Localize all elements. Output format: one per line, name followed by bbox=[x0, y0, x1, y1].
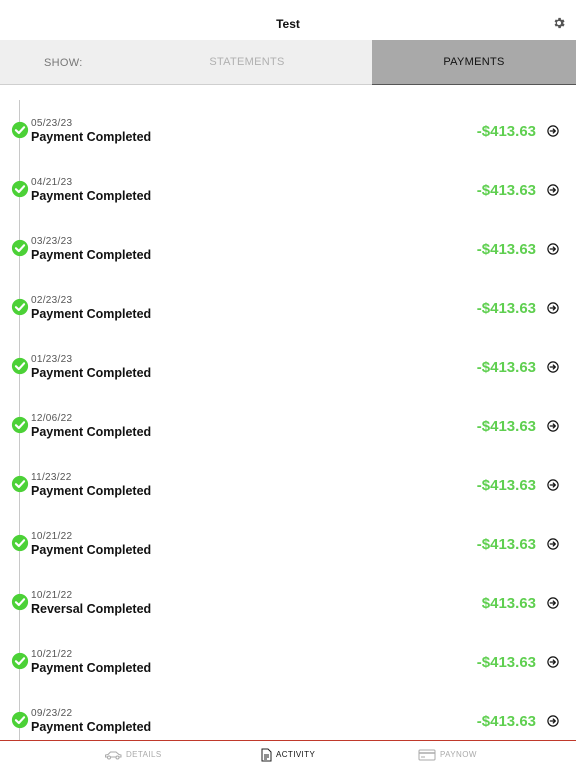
payment-status: Payment Completed bbox=[31, 248, 152, 262]
view-tabs: SHOW: STATEMENTS PAYMENTS bbox=[0, 40, 576, 85]
payment-status: Payment Completed bbox=[31, 720, 152, 734]
payment-date: 05/23/23 bbox=[31, 118, 73, 129]
payment-date: 04/21/23 bbox=[31, 177, 73, 188]
check-circle-icon bbox=[11, 357, 29, 375]
payment-status: Payment Completed bbox=[31, 130, 152, 144]
payment-date: 10/21/22 bbox=[31, 649, 73, 660]
arrow-circle-right-icon[interactable] bbox=[547, 243, 559, 255]
check-circle-icon bbox=[11, 475, 29, 493]
payment-status: Payment Completed bbox=[31, 307, 152, 321]
nav-details-label: DETAILS bbox=[126, 750, 162, 759]
card-icon bbox=[418, 749, 436, 760]
check-circle-icon bbox=[11, 239, 29, 257]
check-circle-icon bbox=[11, 298, 29, 316]
payment-amount: -$413.63 bbox=[476, 123, 536, 140]
payment-row[interactable]: 02/23/23 Payment Completed -$413.63 bbox=[0, 262, 576, 321]
payment-row[interactable]: 03/23/23 Payment Completed -$413.63 bbox=[0, 203, 576, 262]
check-circle-icon bbox=[11, 416, 29, 434]
arrow-circle-right-icon[interactable] bbox=[547, 125, 559, 137]
document-icon bbox=[261, 748, 272, 761]
payment-amount: -$413.63 bbox=[476, 359, 536, 376]
payment-row[interactable]: 05/23/23 Payment Completed -$413.63 bbox=[0, 85, 576, 144]
payment-row[interactable]: 04/21/23 Payment Completed -$413.63 bbox=[0, 144, 576, 203]
payment-amount: -$413.63 bbox=[476, 182, 536, 199]
payment-amount: -$413.63 bbox=[476, 418, 536, 435]
arrow-circle-right-icon[interactable] bbox=[547, 538, 559, 550]
payment-date: 02/23/23 bbox=[31, 295, 73, 306]
nav-details[interactable]: DETAILS bbox=[104, 741, 162, 768]
check-circle-icon bbox=[11, 711, 29, 729]
nav-paynow-label: PAYNOW bbox=[440, 750, 477, 759]
payment-status: Payment Completed bbox=[31, 189, 152, 203]
arrow-circle-right-icon[interactable] bbox=[547, 656, 559, 668]
page-title: Test bbox=[276, 17, 300, 31]
show-label: SHOW: bbox=[44, 57, 83, 69]
nav-activity-label: ACTIVITY bbox=[276, 750, 316, 759]
payment-date: 03/23/23 bbox=[31, 236, 73, 247]
arrow-circle-right-icon[interactable] bbox=[547, 715, 559, 727]
payment-date: 01/23/23 bbox=[31, 354, 73, 365]
payment-status: Payment Completed bbox=[31, 543, 152, 557]
arrow-circle-right-icon[interactable] bbox=[547, 597, 559, 609]
payment-row[interactable]: 10/21/22 Reversal Completed $413.63 bbox=[0, 557, 576, 616]
payment-status: Payment Completed bbox=[31, 425, 152, 439]
arrow-circle-right-icon[interactable] bbox=[547, 479, 559, 491]
check-circle-icon bbox=[11, 180, 29, 198]
nav-paynow[interactable]: PAYNOW bbox=[418, 741, 477, 768]
tab-statements[interactable]: STATEMENTS bbox=[122, 40, 372, 84]
app-header: Test bbox=[0, 0, 576, 40]
payment-row[interactable]: 10/21/22 Payment Completed -$413.63 bbox=[0, 498, 576, 557]
check-circle-icon bbox=[11, 652, 29, 670]
payment-amount: -$413.63 bbox=[476, 241, 536, 258]
payment-row[interactable]: 09/23/22 Payment Completed -$413.63 bbox=[0, 675, 576, 734]
payment-status: Reversal Completed bbox=[31, 602, 152, 616]
payment-amount: $413.63 bbox=[481, 595, 536, 612]
arrow-circle-right-icon[interactable] bbox=[547, 302, 559, 314]
payment-row[interactable]: 11/23/22 Payment Completed -$413.63 bbox=[0, 439, 576, 498]
tab-payments[interactable]: PAYMENTS bbox=[372, 40, 576, 85]
arrow-circle-right-icon[interactable] bbox=[547, 361, 559, 373]
check-circle-icon bbox=[11, 534, 29, 552]
check-circle-icon bbox=[11, 593, 29, 611]
payment-amount: -$413.63 bbox=[476, 300, 536, 317]
check-circle-icon bbox=[11, 121, 29, 139]
payment-amount: -$413.63 bbox=[476, 536, 536, 553]
arrow-circle-right-icon[interactable] bbox=[547, 184, 559, 196]
payment-row[interactable]: 10/21/22 Payment Completed -$413.63 bbox=[0, 616, 576, 675]
payment-amount: -$413.63 bbox=[476, 713, 536, 730]
car-icon bbox=[105, 751, 122, 759]
payment-status: Payment Completed bbox=[31, 661, 152, 675]
payment-status: Payment Completed bbox=[31, 484, 152, 498]
payment-date: 11/23/22 bbox=[31, 472, 72, 483]
payment-date: 10/21/22 bbox=[31, 590, 73, 601]
bottom-nav: DETAILS ACTIVITY PAYNOW bbox=[0, 740, 576, 768]
payment-status: Payment Completed bbox=[31, 366, 152, 380]
payment-amount: -$413.63 bbox=[476, 654, 536, 671]
nav-activity[interactable]: ACTIVITY bbox=[261, 741, 315, 768]
payment-row[interactable]: 12/06/22 Payment Completed -$413.63 bbox=[0, 380, 576, 439]
gear-icon[interactable] bbox=[552, 16, 566, 30]
payment-date: 12/06/22 bbox=[31, 413, 73, 424]
arrow-circle-right-icon[interactable] bbox=[547, 420, 559, 432]
payment-list: 05/23/23 Payment Completed -$413.63 04/21/2… bbox=[0, 85, 576, 740]
payment-date: 10/21/22 bbox=[31, 531, 73, 542]
payment-date: 09/23/22 bbox=[31, 708, 73, 719]
payment-row[interactable]: 01/23/23 Payment Completed -$413.63 bbox=[0, 321, 576, 380]
payment-amount: -$413.63 bbox=[476, 477, 536, 494]
